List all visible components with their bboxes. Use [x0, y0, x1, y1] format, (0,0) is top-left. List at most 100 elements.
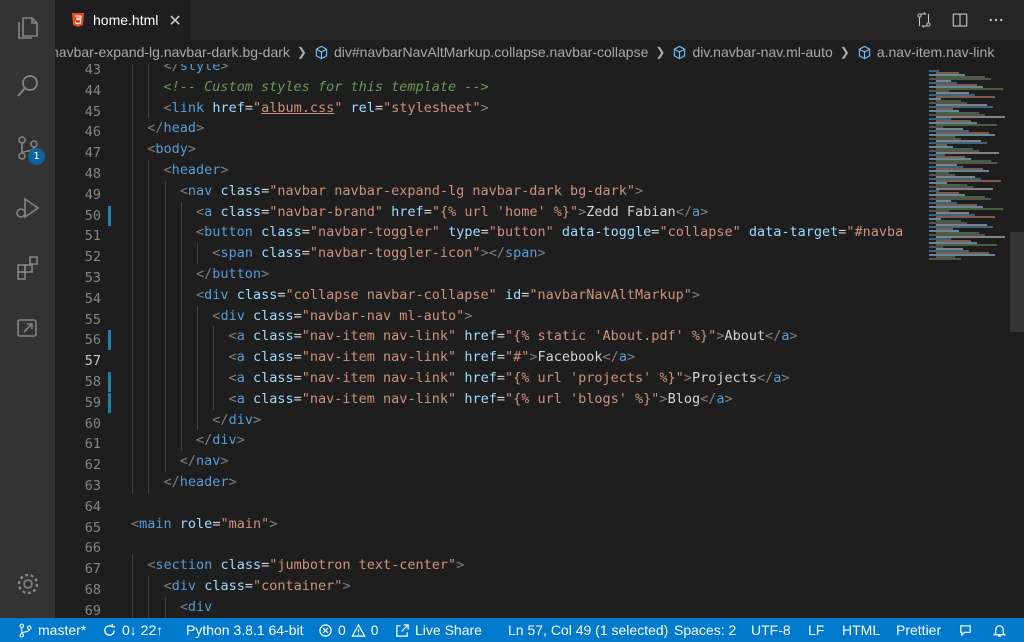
breadcrumb-item[interactable]: div.navbar-nav.ml-auto	[672, 44, 833, 60]
code-line[interactable]: <div class="container">	[164, 576, 351, 597]
breadcrumb-item[interactable]: a.nav-item.nav-link	[857, 44, 994, 60]
gear-icon[interactable]	[0, 560, 55, 608]
python-interpreter[interactable]: Python 3.8.1 64-bit	[186, 618, 304, 642]
scrollbar-thumb[interactable]	[1010, 232, 1024, 332]
code-line[interactable]: <body>	[147, 139, 196, 160]
code-line[interactable]: <span class="navbar-toggler-icon"></span…	[212, 243, 545, 264]
vertical-scrollbar[interactable]	[1010, 64, 1024, 618]
code-token: "nav-item nav-link"	[301, 390, 457, 407]
language-mode[interactable]: HTML	[842, 618, 880, 642]
formatter-status[interactable]: Prettier	[896, 618, 941, 642]
code-token: type	[448, 224, 481, 241]
run-debug-icon[interactable]	[0, 184, 55, 232]
code-token: div	[220, 307, 245, 324]
modified-line-marker[interactable]	[108, 330, 111, 351]
code-token: >	[691, 286, 701, 303]
minimap[interactable]	[925, 64, 1015, 618]
code-line[interactable]: </style>	[164, 64, 229, 77]
code-line[interactable]: </head>	[147, 118, 204, 139]
cursor-position[interactable]: Ln 57, Col 49 (1 selected)	[508, 618, 668, 642]
problems-status[interactable]: 0 0	[318, 618, 379, 642]
code-line[interactable]: </header>	[164, 472, 237, 493]
indent-guide	[148, 472, 150, 493]
branch-status[interactable]: master*	[18, 618, 86, 642]
split-editor-icon[interactable]	[948, 8, 972, 32]
code-token: >	[724, 390, 733, 407]
code-line[interactable]: <div class="collapse navbar-collapse" id…	[196, 285, 700, 306]
more-actions-icon[interactable]	[984, 8, 1008, 32]
code-token: nav	[187, 182, 213, 199]
code-token: >	[187, 141, 197, 158]
indent-guide	[132, 222, 133, 244]
indentation-status[interactable]: Spaces: 2	[674, 618, 736, 642]
code-line[interactable]: </nav>	[180, 451, 229, 472]
search-icon[interactable]	[0, 62, 55, 110]
code-line[interactable]: <link href="album.css" rel="stylesheet">	[164, 98, 489, 119]
modified-line-marker[interactable]	[108, 205, 111, 226]
code-line[interactable]: <a class="nav-item nav-link" href="{% ur…	[229, 389, 733, 410]
code-line[interactable]: <div class="navbar-nav ml-auto">	[212, 306, 472, 327]
code-token: section	[155, 557, 213, 574]
code-line[interactable]: <button class="navbar-toggler" type="but…	[196, 222, 903, 243]
code-line[interactable]: <a class="nav-item nav-link" href="{% ur…	[229, 368, 790, 389]
code-line[interactable]: </button>	[196, 264, 269, 285]
close-icon[interactable]: ✕	[168, 11, 181, 30]
code-line[interactable]: </div>	[212, 410, 261, 431]
code-line[interactable]: <a class="navbar-brand" href="{% url 'ho…	[196, 202, 708, 223]
breadcrumb-item[interactable]: div#navbarNavAltMarkup.collapse.navbar-c…	[314, 44, 648, 60]
source-control-icon[interactable]: 1	[0, 124, 55, 172]
code-line[interactable]: <section class="jumbotron text-center">	[147, 555, 464, 576]
indent-guide	[148, 222, 150, 244]
code-line[interactable]: <nav class="navbar navbar-expand-lg navb…	[180, 181, 643, 202]
indent-guide	[132, 576, 133, 597]
open-changes-icon[interactable]	[912, 8, 936, 32]
code-line[interactable]: <div	[180, 597, 213, 618]
code-line[interactable]: <a class="nav-item nav-link" href="{% st…	[229, 326, 798, 347]
indent-guide	[180, 284, 182, 306]
modified-line-marker[interactable]	[108, 392, 111, 413]
breadcrumb-item[interactable]: navbar-expand-lg.navbar-dark.bg-dark	[55, 44, 290, 60]
code-token: >	[634, 182, 644, 199]
code-line[interactable]: <main role="main">	[131, 514, 277, 535]
code-line[interactable]: </div>	[196, 430, 245, 451]
explorer-icon[interactable]	[0, 4, 55, 52]
code-token: =	[293, 328, 302, 345]
line-number: 52	[84, 249, 101, 266]
code-line[interactable]: <header>	[164, 160, 229, 181]
line-number: 45	[84, 103, 101, 120]
code-token: class	[236, 286, 278, 303]
tab-home-html[interactable]: home.html ✕	[55, 0, 191, 40]
code-token: "collapse navbar-collapse"	[285, 286, 497, 303]
line-number: 68	[84, 582, 101, 598]
chevron-right-icon: ❯	[839, 45, 850, 59]
code-token: data-toggle	[561, 224, 652, 241]
indent-guide	[132, 201, 133, 223]
code-token: >	[220, 162, 229, 178]
code-token: </	[602, 349, 619, 366]
code-token: <	[179, 182, 188, 199]
encoding-status[interactable]: UTF-8	[751, 618, 791, 642]
code-line[interactable]: <a class="nav-item nav-link" href="#">Fa…	[229, 347, 636, 368]
code-token: >	[269, 515, 278, 532]
line-number: 44	[84, 82, 101, 99]
code-token: >	[480, 99, 489, 116]
modified-line-marker[interactable]	[108, 372, 111, 392]
code-token: span	[504, 245, 538, 262]
code-editor[interactable]: 43 44 45 46 47 48 49 50 51 52 53 54 55 56 57 58 59 60 61 62…	[55, 64, 1024, 618]
code-line[interactable]: <!-- Custom styles for this template -->	[164, 77, 489, 98]
extensions-icon[interactable]	[0, 244, 55, 292]
code-token: head	[163, 120, 197, 137]
line-number: 65	[84, 519, 101, 536]
indent-guide	[213, 326, 215, 348]
code-token: "jumbotron text-center"	[269, 557, 457, 574]
feedback-icon[interactable]	[958, 618, 978, 642]
sync-status[interactable]: 0↓ 22↑	[102, 618, 163, 642]
eol-status[interactable]: LF	[808, 618, 824, 642]
remote-explorer-icon[interactable]	[0, 304, 55, 352]
notifications-bell-icon[interactable]	[992, 618, 1012, 642]
code-token: "navbar-toggler"	[309, 224, 440, 241]
live-share-button[interactable]: Live Share	[395, 618, 482, 642]
indent-guide	[132, 409, 133, 431]
